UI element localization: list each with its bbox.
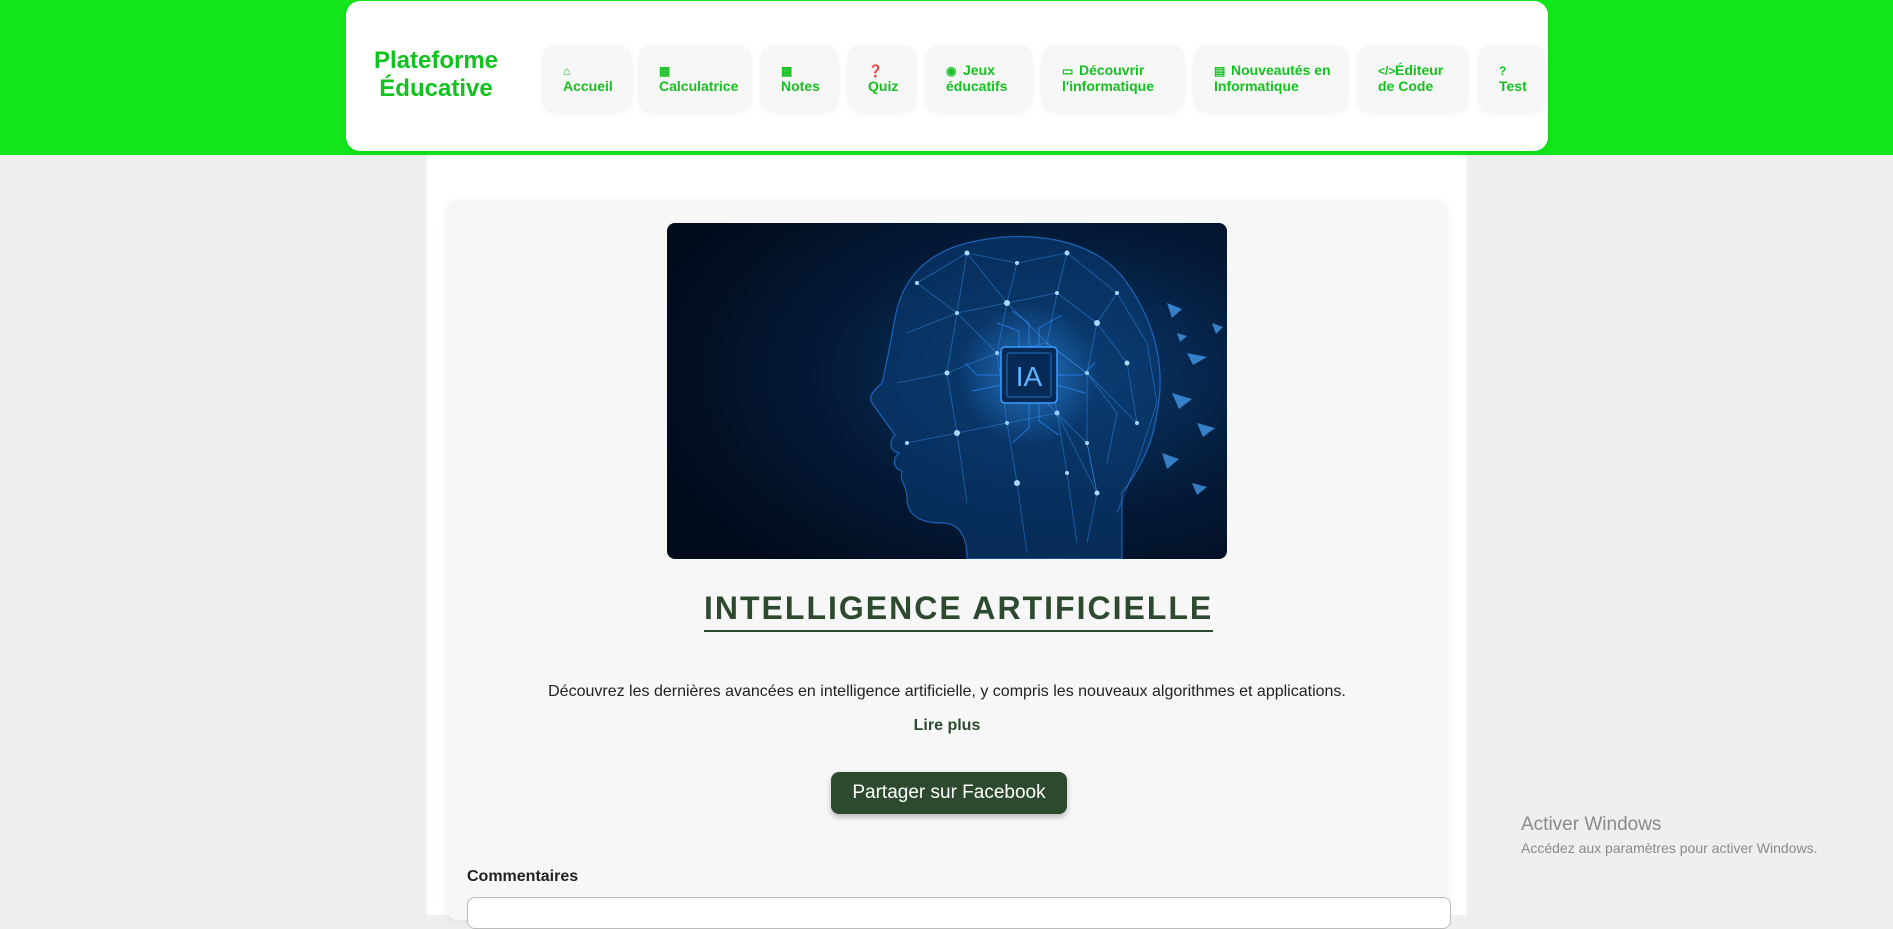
nav-item-test[interactable]: ? Test (1479, 45, 1545, 111)
hero-chip-text: IA (1016, 361, 1043, 392)
nav-item-notes[interactable]: ▩ Notes (761, 45, 838, 111)
share-facebook-button[interactable]: Partager sur Facebook (831, 772, 1067, 814)
note-icon: ▩ (781, 64, 793, 78)
question-icon: ? (1499, 64, 1507, 78)
nav-label: éducatifs (946, 78, 1008, 94)
nav-label-line1: Nouveautés en (1231, 62, 1331, 78)
nav-item-jeux-educatifs[interactable]: ◉ Jeux éducatifs (926, 45, 1032, 111)
nav-label: Informatique (1214, 78, 1299, 94)
brand-line-2: Éducative (379, 75, 493, 102)
brand-logo[interactable]: Plateforme Éducative (366, 47, 506, 103)
nav-item-nouveautes[interactable]: ▤ Nouveautés en Informatique (1194, 45, 1348, 111)
gamepad-icon: ◉ (946, 64, 957, 78)
home-icon: ⌂ (563, 64, 571, 78)
calculator-icon: ▦ (659, 64, 671, 78)
brand-line-1: Plateforme (373, 47, 499, 74)
nav-label: Test (1499, 78, 1527, 94)
nav-item-editeur-code[interactable]: </>Éditeur de Code (1358, 45, 1468, 111)
nav-label: Notes (781, 78, 820, 94)
code-icon: </> (1378, 64, 1396, 78)
nav-label-line1: Découvrir (1079, 62, 1145, 78)
nav-label: de Code (1378, 78, 1434, 94)
read-more-link[interactable]: Lire plus (446, 717, 1448, 735)
nav-label: Quiz (868, 78, 899, 94)
comments-heading: Commentaires (467, 868, 579, 885)
nav-label: Calculatrice (659, 78, 739, 94)
article-description: Découvrez les dernières avancées en inte… (548, 683, 1346, 700)
nav-label: Accueil (563, 78, 613, 94)
site-header: Plateforme Éducative ⌂ Accueil ▦ Calcula… (346, 1, 1548, 151)
nav-label-line1: Jeux (963, 62, 995, 78)
comment-input[interactable] (467, 897, 1451, 929)
article-hero-image: IA (667, 223, 1227, 559)
article-title: INTELLIGENCE ARTIFICIELLE (704, 590, 1214, 632)
nav-item-quiz[interactable]: ❓ Quiz (848, 45, 916, 111)
windows-activation-title: Activer Windows (1521, 814, 1662, 835)
newspaper-icon: ▤ (1214, 64, 1226, 78)
nav-item-calculatrice[interactable]: ▦ Calculatrice (639, 45, 751, 111)
nav-label-line1: Éditeur (1395, 62, 1444, 78)
nav-item-accueil[interactable]: ⌂ Accueil (543, 45, 631, 111)
question-circle-icon: ❓ (868, 64, 883, 78)
nav-item-decouvrir-informatique[interactable]: ▭ Découvrir l'informatique (1042, 45, 1184, 111)
laptop-icon: ▭ (1062, 64, 1074, 78)
nav-label: l'informatique (1062, 78, 1154, 94)
windows-activation-subtitle: Accédez aux paramètres pour activer Wind… (1521, 840, 1818, 856)
